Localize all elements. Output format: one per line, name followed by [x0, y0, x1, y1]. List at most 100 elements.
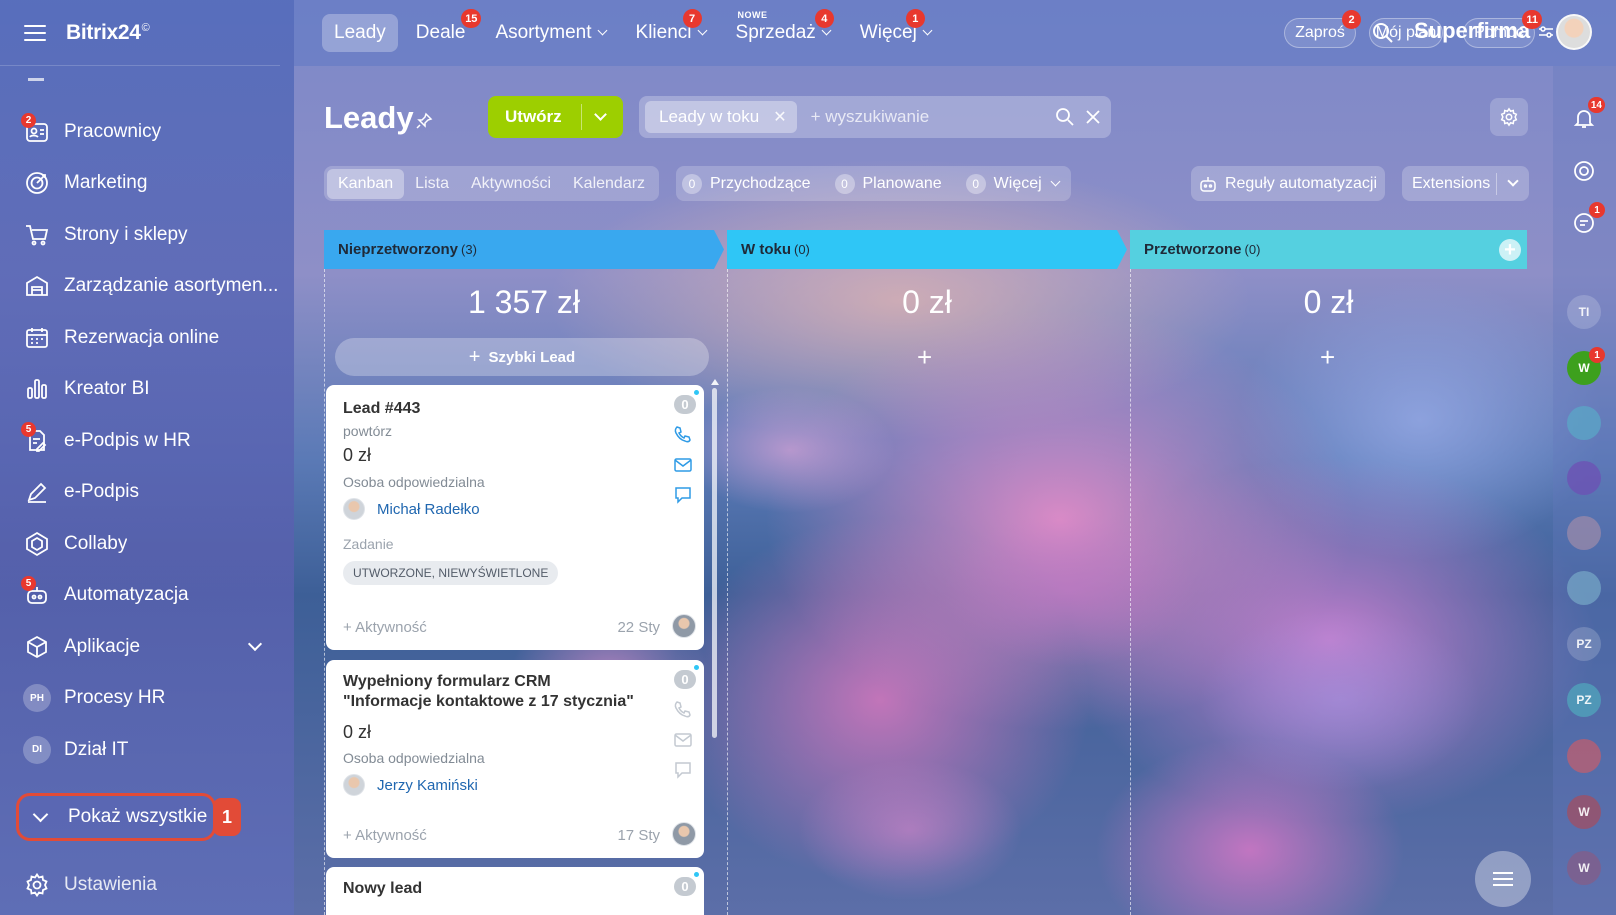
chat-icon[interactable]: 1	[1567, 202, 1605, 240]
comment-icon[interactable]	[673, 485, 693, 505]
column-scrollbar[interactable]	[712, 388, 717, 738]
close-icon[interactable]: ✕	[773, 107, 786, 127]
scroll-up-arrow[interactable]	[711, 379, 719, 385]
quick-menu-button[interactable]	[1475, 851, 1531, 907]
card-counter[interactable]: 0	[674, 877, 696, 896]
counter-incoming[interactable]: 0 Przychodzące	[682, 173, 811, 194]
rail-avatar[interactable]: PZ	[1567, 683, 1601, 717]
sidebar-item-employees[interactable]: 2 Pracownicy	[0, 106, 294, 158]
add-card-button[interactable]: +	[917, 342, 932, 373]
email-icon[interactable]	[673, 455, 693, 475]
lead-card[interactable]: Lead #443 powtórz 0 zł Osoba odpowiedzia…	[326, 385, 704, 650]
app-logo[interactable]: Bitrix24©	[66, 21, 150, 45]
quick-lead-button[interactable]: + Szybki Lead	[335, 338, 709, 376]
user-avatar[interactable]	[1556, 14, 1592, 50]
sidebar-item-label: Kreator BI	[64, 378, 150, 400]
sidebar-item-inventory[interactable]: Zarządzanie asortymen...	[0, 261, 294, 313]
invite-button[interactable]: Zaproś 2	[1284, 10, 1361, 48]
chevron-down-icon[interactable]	[1507, 175, 1519, 187]
nav-tab-leads[interactable]: Leady	[322, 14, 398, 52]
view-list[interactable]: Lista	[404, 169, 460, 199]
view-kanban[interactable]: Kanban	[327, 168, 405, 199]
lead-card[interactable]: Nowy lead 0	[326, 867, 704, 915]
counter-planned[interactable]: 0 Planowane	[834, 173, 942, 194]
card-title[interactable]: Lead #443	[343, 399, 643, 419]
email-icon[interactable]	[673, 730, 693, 750]
help-button[interactable]: Pomoc 11	[1463, 10, 1542, 48]
add-stage-button[interactable]: +	[1499, 239, 1521, 261]
add-card-button[interactable]: +	[1320, 342, 1335, 373]
filter-chip[interactable]: Leady w toku ✕	[645, 101, 797, 133]
card-title[interactable]: Nowy lead	[343, 879, 643, 899]
extensions-button[interactable]: Extensions	[1402, 166, 1529, 201]
clear-icon[interactable]	[1083, 107, 1103, 127]
responsible-person[interactable]: Michał Radełko	[343, 498, 480, 520]
responsible-label: Osoba odpowiedzialna	[343, 474, 485, 490]
counter-more[interactable]: 0 Więcej	[965, 173, 1061, 194]
sidebar-item-label: Rezerwacja online	[64, 326, 220, 348]
card-counter[interactable]: 0	[674, 395, 696, 414]
sidebar-item-esign[interactable]: e-Podpis	[0, 467, 294, 519]
show-all-button[interactable]: Pokaż wszystkie	[16, 793, 216, 841]
filter-search-bar[interactable]: Leady w toku ✕ + wyszukiwanie	[639, 96, 1111, 138]
video-icon[interactable]	[1567, 739, 1601, 773]
rail-avatar[interactable]: W1	[1567, 347, 1605, 385]
page-settings-button[interactable]	[1490, 98, 1528, 136]
sidebar-item-automation[interactable]: 5 Automatyzacja	[0, 570, 294, 622]
sidebar-badge: 2	[21, 112, 36, 128]
sidebar-item-booking[interactable]: Rezerwacja online	[0, 312, 294, 364]
card-title[interactable]: Wypełniony formularz CRM "Informacje kon…	[343, 672, 643, 712]
search-input[interactable]: + wyszukiwanie	[811, 107, 1055, 127]
invite-badge: 2	[1342, 10, 1361, 29]
search-icon[interactable]	[1055, 107, 1075, 127]
nav-tab-sales[interactable]: NOWE Sprzedaż 4	[724, 9, 842, 52]
view-calendar[interactable]: Kalendarz	[562, 169, 656, 199]
avatar[interactable]	[672, 614, 696, 638]
gear-icon	[22, 870, 52, 900]
lead-card[interactable]: Wypełniony formularz CRM "Informacje kon…	[326, 660, 704, 858]
responsible-person[interactable]: Jerzy Kamiński	[343, 774, 478, 796]
pin-icon[interactable]	[415, 112, 433, 130]
nav-tab-clients[interactable]: Klienci 7	[624, 9, 718, 52]
stage-processed[interactable]: Przetworzone (0) +	[1130, 230, 1527, 269]
phone-icon[interactable]	[673, 425, 693, 445]
add-activity-link[interactable]: + Aktywność	[343, 619, 427, 636]
sidebar-item-sites-shops[interactable]: Strony i sklepy	[0, 209, 294, 261]
comment-icon[interactable]	[673, 760, 693, 780]
card-counter[interactable]: 0	[674, 670, 696, 689]
rail-avatar[interactable]: W	[1567, 851, 1601, 885]
sidebar-item-bi-builder[interactable]: Kreator BI	[0, 364, 294, 416]
stage-new[interactable]: Nieprzetworzony (3)	[324, 230, 714, 269]
rail-avatar[interactable]: PZ	[1567, 627, 1601, 661]
rail-avatar[interactable]: W	[1567, 795, 1601, 829]
avatar[interactable]	[672, 822, 696, 846]
create-button[interactable]: Utwórz	[488, 96, 623, 138]
nav-tab-inventory[interactable]: Asortyment	[483, 14, 617, 52]
chevron-down-icon[interactable]	[594, 108, 607, 121]
view-activities[interactable]: Aktywności	[460, 169, 562, 199]
group-icon[interactable]	[1567, 571, 1601, 605]
chevron-down-icon[interactable]	[247, 636, 263, 652]
phone-icon[interactable]	[673, 700, 693, 720]
sidebar-item-hr-processes[interactable]: PH Procesy HR	[0, 673, 294, 725]
stage-in-progress[interactable]: W toku (0)	[727, 230, 1117, 269]
rail-avatar[interactable]: TI	[1567, 295, 1601, 329]
rail-avatar-image[interactable]	[1567, 406, 1601, 440]
rail-avatar-image[interactable]	[1567, 516, 1601, 550]
sidebar-item-label: Aplikacje	[64, 635, 141, 657]
sidebar-item-apps[interactable]: Aplikacje	[0, 621, 294, 673]
menu-icon[interactable]	[24, 24, 46, 41]
my-plan-button[interactable]: Mój plan	[1369, 18, 1443, 48]
sidebar-item-it-department[interactable]: DI Dział IT	[0, 724, 294, 776]
add-activity-link[interactable]: + Aktywność	[343, 827, 427, 844]
sidebar-item-collaby[interactable]: Collaby	[0, 518, 294, 570]
sidebar-item-esign-hr[interactable]: 5 e-Podpis w HR	[0, 415, 294, 467]
sidebar-item-marketing[interactable]: Marketing	[0, 158, 294, 210]
nav-tab-deals[interactable]: Deale 15	[404, 9, 482, 52]
sidebar-item-settings[interactable]: Ustawienia	[22, 870, 157, 900]
automation-rules-button[interactable]: Reguły automatyzacji	[1191, 166, 1385, 201]
nav-tab-more[interactable]: Więcej 1	[848, 9, 943, 52]
rail-avatar-image[interactable]	[1567, 461, 1601, 495]
copilot-icon[interactable]	[1567, 154, 1601, 188]
notifications-icon[interactable]: 14	[1567, 97, 1605, 135]
